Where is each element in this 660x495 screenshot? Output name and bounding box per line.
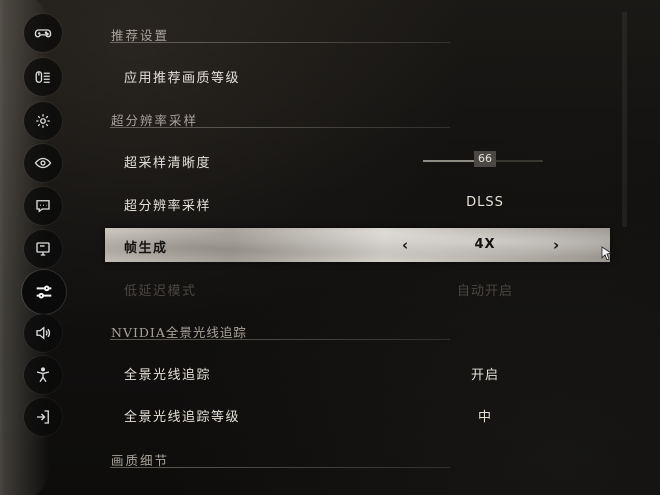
gear-icon bbox=[36, 114, 50, 128]
setting-label: 全景光线追踪 bbox=[124, 368, 212, 383]
subtitle-icon bbox=[36, 200, 50, 213]
keyboard-mouse-icon bbox=[35, 71, 50, 83]
eye-icon bbox=[34, 157, 52, 169]
monitor-icon bbox=[36, 242, 50, 256]
setting-label: 超采样清晰度 bbox=[124, 156, 212, 171]
setting-label: 全景光线追踪等级 bbox=[124, 410, 241, 425]
setting-row-sharpness[interactable]: 超采样清晰度 66 bbox=[105, 143, 610, 177]
setting-value: DLSS bbox=[466, 195, 504, 210]
setting-value: 自动开启 bbox=[456, 284, 513, 299]
setting-value: 开启 bbox=[470, 368, 499, 383]
mouse-cursor-icon bbox=[601, 246, 612, 260]
scrollbar[interactable] bbox=[622, 12, 627, 227]
accessibility-icon bbox=[36, 367, 50, 383]
sidebar-item-exit[interactable] bbox=[24, 398, 62, 436]
settings-sidebar bbox=[22, 14, 66, 436]
setting-row-low-latency: 低延迟模式 自动开启 bbox=[105, 271, 610, 305]
slider-value-badge: 66 bbox=[474, 151, 496, 167]
settings-list: 推荐设置 应用推荐画质等级 超分辨率采样 超采样清晰度 66 超分辨率采样 DL… bbox=[105, 0, 625, 495]
setting-label: 应用推荐画质等级 bbox=[124, 71, 241, 86]
section-divider bbox=[110, 339, 450, 340]
chevron-left-icon[interactable]: ‹ bbox=[402, 236, 408, 254]
sidebar-item-general[interactable] bbox=[24, 102, 62, 140]
sliders-icon bbox=[36, 285, 52, 299]
setting-row-pathtracing[interactable]: 全景光线追踪 开启 bbox=[105, 355, 610, 389]
sidebar-item-audio[interactable] bbox=[24, 314, 62, 352]
sidebar-item-accessibility[interactable] bbox=[24, 356, 62, 394]
setting-label: 低延迟模式 bbox=[124, 284, 197, 299]
setting-value: 4X bbox=[474, 237, 496, 252]
setting-row-pathtracing-level[interactable]: 全景光线追踪等级 中 bbox=[105, 397, 610, 431]
sidebar-item-controller[interactable] bbox=[24, 14, 62, 52]
setting-row-upscaler[interactable]: 超分辨率采样 DLSS bbox=[105, 186, 610, 220]
chevron-right-icon[interactable]: › bbox=[553, 236, 559, 254]
setting-row-apply-preset[interactable]: 应用推荐画质等级 bbox=[105, 58, 610, 92]
sidebar-item-monitor[interactable] bbox=[24, 230, 62, 268]
setting-row-frame-generation[interactable]: 帧生成 ‹ 4X › bbox=[105, 228, 612, 262]
sidebar-item-graphics[interactable] bbox=[22, 270, 66, 314]
speaker-icon bbox=[36, 326, 51, 340]
gamepad-icon bbox=[34, 29, 52, 38]
section-divider bbox=[110, 127, 450, 128]
section-divider bbox=[110, 467, 450, 468]
sidebar-item-display[interactable] bbox=[24, 144, 62, 182]
settings-screen: 推荐设置 应用推荐画质等级 超分辨率采样 超采样清晰度 66 超分辨率采样 DL… bbox=[0, 0, 660, 495]
sidebar-item-keyboard-mouse[interactable] bbox=[24, 58, 62, 96]
section-divider bbox=[110, 42, 450, 43]
setting-value: 中 bbox=[477, 410, 492, 425]
exit-icon bbox=[37, 410, 49, 424]
setting-label: 帧生成 bbox=[124, 241, 168, 256]
setting-label: 超分辨率采样 bbox=[124, 199, 212, 214]
sidebar-item-subtitles[interactable] bbox=[24, 187, 62, 225]
